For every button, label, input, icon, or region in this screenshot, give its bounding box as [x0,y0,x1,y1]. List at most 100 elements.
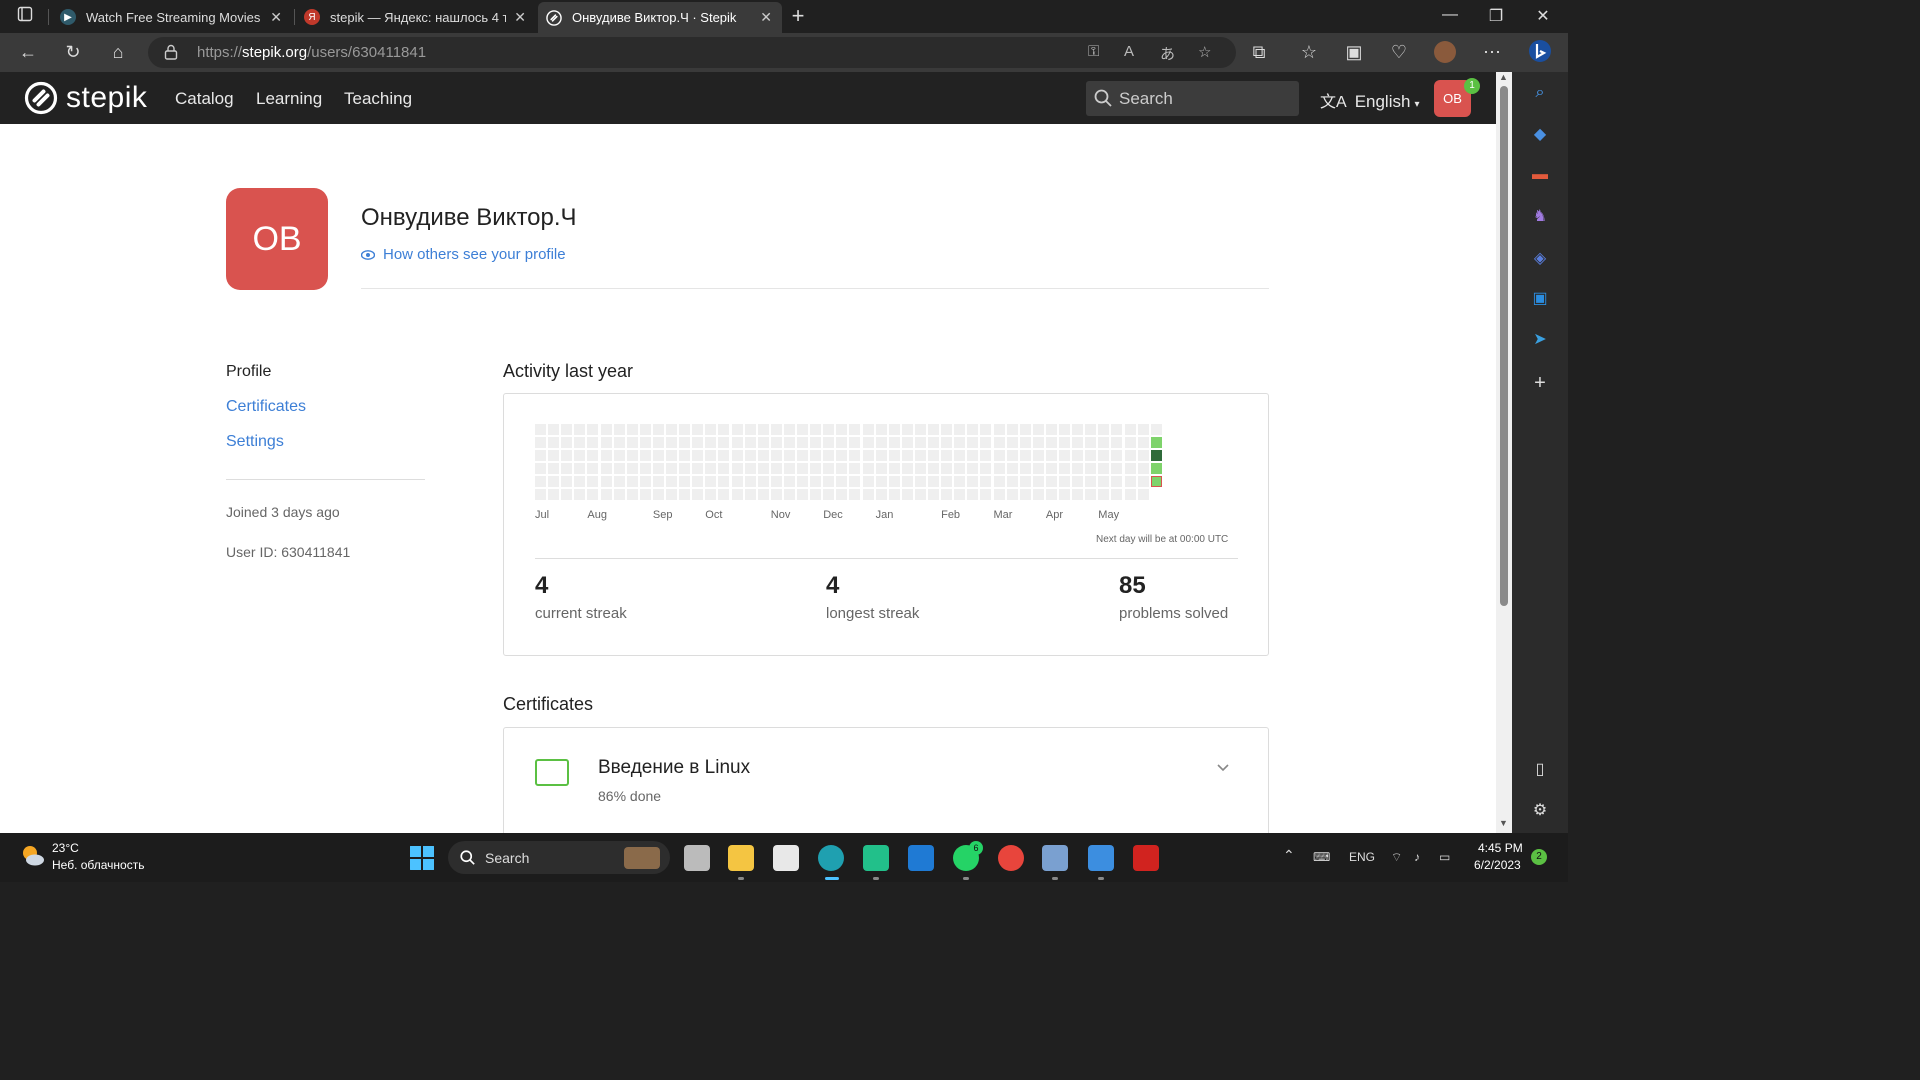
heatmap-day[interactable] [1085,424,1097,435]
heatmap-day[interactable] [600,489,612,500]
heatmap-day[interactable] [535,437,546,448]
heatmap-day[interactable] [823,463,835,474]
heatmap-day[interactable] [849,463,861,474]
heatmap-day[interactable] [797,489,808,500]
heatmap-day[interactable] [639,424,651,435]
heatmap-day[interactable] [888,437,900,448]
heatmap-day[interactable] [705,424,717,435]
heatmap-day[interactable] [1137,489,1149,500]
heatmap-day[interactable] [1124,450,1136,461]
heatmap-day[interactable] [652,463,664,474]
close-icon[interactable]: ✕ [760,9,772,26]
heatmap-day[interactable] [1098,463,1110,474]
games-icon[interactable]: ♞ [1530,206,1550,226]
page-scrollbar[interactable]: ▲ ▼ [1496,72,1512,833]
heatmap-day[interactable] [731,463,743,474]
clock-date[interactable]: 6/2/2023 [1474,858,1521,872]
heatmap-day[interactable] [692,489,704,500]
heatmap-day[interactable] [1006,424,1018,435]
heatmap-day[interactable] [849,476,861,487]
virtualbox-icon[interactable] [1042,845,1068,871]
heatmap-day[interactable] [1072,437,1084,448]
heatmap-day[interactable] [1111,489,1123,500]
heatmap-day[interactable] [862,463,874,474]
tab-actions-icon[interactable] [13,5,37,27]
heatmap-day[interactable] [810,450,822,461]
shopping-icon[interactable]: ◆ [1530,124,1550,144]
heatmap-day[interactable] [928,476,939,487]
settings-icon[interactable]: ⚙ [1530,800,1550,820]
heatmap-day[interactable] [1045,424,1057,435]
heatmap-day[interactable] [1111,437,1123,448]
heatmap-day[interactable] [587,450,599,461]
heatmap-day[interactable] [744,437,756,448]
heatmap-day[interactable] [836,489,848,500]
tab-stepik[interactable]: Онвудиве Виктор.Ч · Stepik ✕ [538,2,782,33]
heatmap-day[interactable] [783,463,795,474]
nav-catalog[interactable]: Catalog [175,89,234,109]
heatmap-day[interactable] [810,437,822,448]
heatmap-day[interactable] [1111,450,1123,461]
heatmap-day[interactable] [679,450,691,461]
heatmap-day[interactable] [914,463,926,474]
heatmap-day[interactable] [587,489,599,500]
heatmap-day[interactable] [1045,476,1057,487]
minimize-icon[interactable]: — [1440,6,1460,24]
heatmap-day[interactable] [954,463,966,474]
heatmap-day[interactable] [914,450,926,461]
clock-time[interactable]: 4:45 PM [1478,841,1523,855]
heatmap-day[interactable] [692,424,704,435]
heatmap-day[interactable] [1111,463,1123,474]
heatmap-day[interactable] [679,476,691,487]
heatmap-day[interactable] [1059,450,1070,461]
heatmap-day[interactable] [666,424,677,435]
add-favorite-icon[interactable]: ☆ [1198,43,1211,61]
heatmap-day[interactable] [1098,437,1110,448]
heatmap-day[interactable] [901,489,913,500]
heatmap-day[interactable] [914,476,926,487]
heatmap-day[interactable] [967,476,979,487]
window-close-icon[interactable]: ✕ [1533,6,1553,26]
acrobat-icon[interactable] [1133,845,1159,871]
heatmap-day[interactable] [731,476,743,487]
heatmap-day[interactable] [849,489,861,500]
heatmap-day[interactable] [757,476,769,487]
heatmap-day[interactable] [561,450,573,461]
heatmap-day[interactable] [535,463,546,474]
translate-icon[interactable]: あ [1160,43,1175,64]
heatmap-day[interactable] [1085,450,1097,461]
heatmap-day[interactable] [770,463,782,474]
heatmap-day[interactable] [639,476,651,487]
address-bar[interactable]: https://stepik.org/users/630411841 ⚿ A あ… [148,37,1236,68]
heatmap-day[interactable] [1137,437,1149,448]
heatmap-day[interactable] [587,437,599,448]
heatmap-day[interactable] [744,424,756,435]
restore-icon[interactable]: ❐ [1486,6,1506,26]
heatmap-day[interactable] [993,476,1005,487]
heatmap-day[interactable] [901,450,913,461]
heatmap-day[interactable] [692,463,704,474]
heatmap-day[interactable] [823,437,835,448]
tab-movies[interactable]: ▶ Watch Free Streaming Movies an ✕ [52,4,292,30]
heatmap-day[interactable] [561,489,573,500]
heatmap-day[interactable] [757,450,769,461]
heatmap-day[interactable] [613,437,625,448]
heatmap-day[interactable] [548,437,560,448]
heatmap-day[interactable] [705,450,717,461]
heatmap-day[interactable] [705,437,717,448]
heatmap-day[interactable] [1137,463,1149,474]
heatmap-day[interactable] [875,463,887,474]
heatmap-day[interactable] [941,476,953,487]
heatmap-day[interactable] [1072,450,1084,461]
extensions-icon[interactable]: ⧉ [1247,41,1271,63]
heatmap-day[interactable] [1032,463,1044,474]
profile-avatar-icon[interactable] [1433,41,1457,68]
heatmap-day[interactable] [862,489,874,500]
heatmap-day[interactable] [875,476,887,487]
heatmap-day[interactable] [797,476,808,487]
heatmap-day[interactable] [1032,476,1044,487]
heatmap-day[interactable] [1124,476,1136,487]
heatmap-day[interactable] [888,463,900,474]
heatmap-day[interactable] [718,450,730,461]
heatmap-day[interactable] [797,437,808,448]
